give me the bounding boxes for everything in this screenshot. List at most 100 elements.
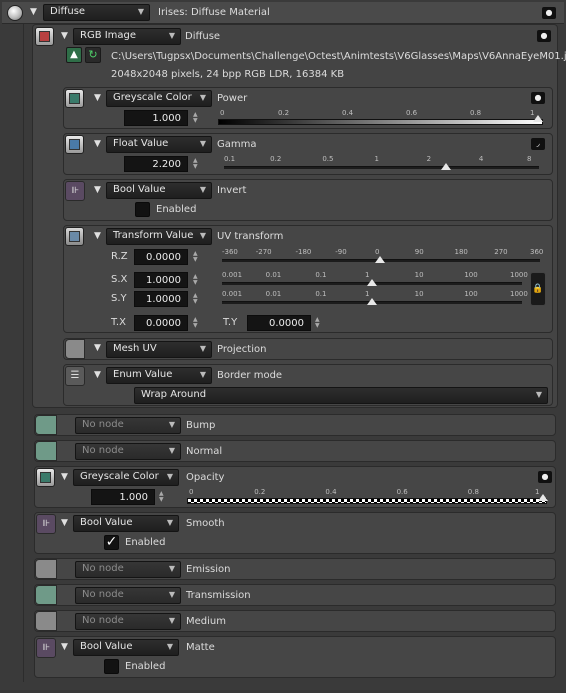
spinner-arrows-icon[interactable]: ▲ ▼ [159, 491, 164, 503]
opacity-type-dropdown[interactable]: Greyscale Color ▼ [73, 469, 179, 486]
sy-field[interactable]: 1.0000 [134, 291, 188, 307]
bump-dropdown[interactable]: No node ▼ [75, 417, 181, 434]
material-type-dropdown[interactable]: Diffuse ▼ [43, 4, 150, 21]
gamma-slider-thumb[interactable] [441, 163, 451, 170]
sx-field[interactable]: 1.0000 [134, 272, 188, 288]
material-sphere-icon[interactable] [7, 5, 23, 21]
matte-type-dropdown[interactable]: Bool Value ▼ [73, 639, 179, 656]
collapse-triangle-icon[interactable]: ▼ [61, 472, 68, 482]
rz-slider-thumb[interactable] [375, 256, 385, 263]
eye-icon[interactable]: ● [531, 92, 545, 104]
spinner-arrows-icon[interactable]: ▲ ▼ [315, 317, 320, 329]
chevron-down-icon: ▼ [199, 185, 206, 194]
rz-label: R.Z [111, 251, 128, 262]
enum-node-icon[interactable]: ☰ [65, 366, 85, 386]
projection-type-dropdown[interactable]: Mesh UV ▼ [106, 341, 212, 358]
collapse-triangle-icon[interactable]: ▼ [94, 231, 101, 241]
power-slider-thumb[interactable] [533, 115, 543, 122]
lock-icon[interactable]: 🔒 [530, 272, 546, 306]
opacity-value-field[interactable]: 1.000 [91, 489, 155, 505]
medium-dropdown[interactable]: No node ▼ [75, 613, 181, 630]
emission-node-tab[interactable] [35, 559, 57, 579]
reload-icon[interactable]: ↻ [85, 47, 101, 63]
greyscale-node-icon[interactable] [65, 89, 84, 108]
bool-node-icon[interactable]: ⊪ [36, 514, 56, 534]
projection-node-tab[interactable] [65, 339, 85, 359]
tick-label: 180 [454, 248, 468, 256]
left-rail [2, 24, 24, 682]
collapse-triangle-icon[interactable]: ▼ [94, 370, 101, 380]
tick-label: 0.001 [222, 290, 243, 298]
normal-dropdown[interactable]: No node ▼ [75, 443, 181, 460]
tick-label: 8 [527, 155, 532, 163]
opacity-checker-slider[interactable] [187, 498, 547, 504]
sx-slider-thumb[interactable] [367, 279, 377, 286]
matte-checkbox[interactable] [104, 659, 119, 674]
collapse-triangle-icon[interactable]: ▼ [30, 7, 37, 17]
collapse-triangle-icon[interactable]: ▼ [94, 185, 101, 195]
ty-field[interactable]: 0.0000 [247, 315, 311, 331]
gamma-value-field[interactable]: 2.200 [124, 156, 188, 172]
rgb-type-dropdown[interactable]: RGB Image ▼ [73, 28, 181, 45]
transmission-type-label: No node [82, 589, 124, 600]
transmission-dropdown[interactable]: No node ▼ [75, 587, 181, 604]
collapse-triangle-icon[interactable]: ▼ [94, 343, 101, 353]
image-node-icon[interactable] [35, 27, 54, 46]
bool-node-icon[interactable]: ⊪ [36, 638, 56, 658]
rz-field[interactable]: 0.0000 [134, 249, 188, 265]
tx-field[interactable]: 0.0000 [134, 315, 188, 331]
gamma-type-dropdown[interactable]: Float Value ▼ [106, 136, 212, 153]
medium-node-tab[interactable] [35, 611, 57, 631]
collapse-triangle-icon[interactable]: ▼ [61, 518, 68, 528]
invert-type-label: Bool Value [113, 184, 166, 195]
invert-type-dropdown[interactable]: Bool Value ▼ [106, 182, 212, 199]
float-node-icon[interactable] [65, 135, 84, 154]
emission-dropdown[interactable]: No node ▼ [75, 561, 181, 578]
gamma-type-label: Float Value [113, 138, 169, 149]
spinner-arrows-icon[interactable]: ▲ ▼ [193, 293, 198, 305]
bool-node-icon[interactable]: ⊪ [65, 181, 85, 201]
sy-slider-thumb[interactable] [367, 298, 377, 305]
border-mode-value: Wrap Around [141, 389, 207, 400]
upload-icon[interactable]: ▲ [66, 47, 82, 63]
bump-node-tab[interactable] [35, 415, 57, 435]
collapse-triangle-icon[interactable]: ▼ [61, 642, 68, 652]
transform-node-icon[interactable] [65, 227, 84, 246]
gamma-slider-track[interactable] [224, 166, 539, 169]
eye-icon[interactable]: ● [537, 30, 551, 42]
power-type-dropdown[interactable]: Greyscale Color ▼ [106, 90, 212, 107]
spinner-arrows-icon[interactable]: ▲ ▼ [193, 251, 198, 263]
power-value-field[interactable]: 1.000 [124, 110, 188, 126]
uv-type-dropdown[interactable]: Transform Value ▼ [106, 228, 212, 245]
spinner-arrows-icon[interactable]: ▲ ▼ [193, 317, 198, 329]
tick-label: 0.5 [322, 155, 334, 163]
eye-icon[interactable]: ● [538, 471, 552, 483]
bump-type-label: No node [82, 419, 124, 430]
collapse-triangle-icon[interactable]: ▼ [94, 139, 101, 149]
smooth-checkbox[interactable]: ✓ [104, 535, 119, 550]
smooth-type-dropdown[interactable]: Bool Value ▼ [73, 515, 179, 532]
chevron-down-icon: ▼ [168, 564, 175, 573]
collapse-triangle-icon[interactable]: ▼ [94, 93, 101, 103]
projection-name: Projection [217, 344, 267, 355]
opacity-slider-thumb[interactable] [538, 494, 548, 501]
eye-icon[interactable]: ● [542, 7, 556, 19]
transmission-node-tab[interactable] [35, 585, 57, 605]
tick-label: 1 [374, 155, 379, 163]
curve-icon[interactable]: ◞ [531, 138, 545, 150]
emission-node: No node ▼ Emission [34, 558, 556, 580]
image-info: 2048x2048 pixels, 24 bpp RGB LDR, 16384 … [111, 69, 345, 80]
tick-label: 0.4 [342, 109, 354, 117]
invert-checkbox[interactable] [135, 202, 150, 217]
normal-node-tab[interactable] [35, 441, 57, 461]
tick-label: 0.1 [315, 271, 327, 279]
spinner-arrows-icon[interactable]: ▲ ▼ [193, 158, 198, 170]
power-gradient-slider[interactable] [218, 119, 543, 125]
border-mode-dropdown[interactable]: Wrap Around ▼ [134, 387, 548, 404]
border-type-dropdown[interactable]: Enum Value ▼ [106, 367, 212, 384]
spinner-arrows-icon[interactable]: ▲ ▼ [193, 112, 198, 124]
collapse-triangle-icon[interactable]: ▼ [61, 31, 68, 41]
greyscale-node-icon[interactable] [36, 468, 55, 487]
spinner-arrows-icon[interactable]: ▲ ▼ [193, 274, 198, 286]
tick-label: 0 [189, 488, 194, 496]
